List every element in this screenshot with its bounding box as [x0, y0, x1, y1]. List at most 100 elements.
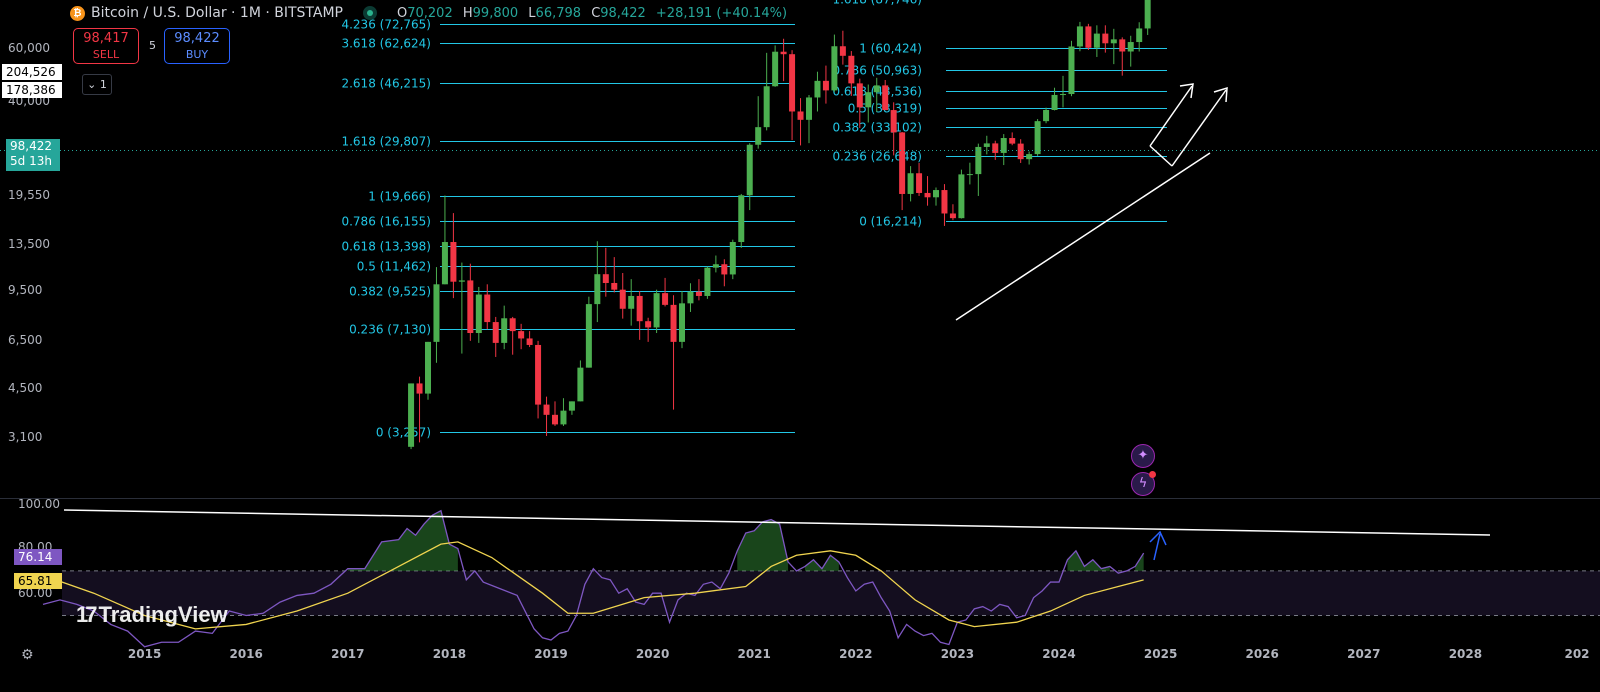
candle-up [408, 383, 415, 447]
buy-button[interactable]: 98,422 BUY [164, 28, 230, 64]
time-axis-label: 2018 [432, 647, 467, 661]
high-value: 99,800 [472, 5, 519, 21]
candle-up [568, 401, 575, 411]
buy-label: BUY [185, 48, 209, 61]
candle-down [416, 383, 423, 394]
time-axis-label: 202 [1564, 647, 1590, 661]
candle-up [1127, 42, 1134, 52]
candle-up [873, 85, 880, 93]
time-axis-label: 2019 [534, 647, 568, 661]
candle-down [839, 46, 846, 56]
low-label: L [528, 5, 536, 21]
fib-level-label: 0.786 (16,155) [341, 215, 431, 229]
candle-up [1093, 33, 1100, 48]
candle-down [611, 282, 618, 290]
candle-down [602, 274, 609, 283]
tradingview-logo: 17 TradingView [76, 602, 228, 628]
candle-down [941, 190, 948, 214]
candle-up [831, 46, 838, 91]
candle-up [806, 97, 812, 120]
candle-down [899, 132, 906, 194]
candle-up [763, 86, 770, 128]
candle-down [695, 291, 702, 296]
collapse-indicators-button[interactable]: ⌄ 1 [82, 74, 112, 95]
candle-up [738, 195, 745, 243]
market-status-icon[interactable] [363, 6, 377, 20]
candle-down [780, 51, 787, 55]
close-label: C [591, 5, 601, 21]
price-axis-label: 3,100 [8, 430, 43, 445]
candle-up [594, 274, 601, 305]
candle-down [535, 344, 542, 405]
settings-gear-icon[interactable]: ⚙ [21, 647, 34, 663]
time-axis-label: 2026 [1245, 647, 1279, 661]
pane-separator[interactable] [0, 498, 1600, 499]
candle-up [1110, 39, 1117, 44]
bar-countdown: 5d 13h [10, 154, 52, 168]
alerts-button[interactable]: ϟ [1131, 471, 1156, 496]
candle-down [552, 414, 558, 425]
sparkle-icon: ✦ [1137, 448, 1149, 463]
candle-down [670, 304, 677, 342]
candle-up [907, 173, 914, 194]
candle-down [797, 111, 804, 120]
symbol-header: ₿ Bitcoin / U.S. Dollar · 1M · BITSTAMP … [70, 4, 793, 22]
candle-down [509, 318, 516, 332]
fib-level-label: 1.618 (87,746) [832, 0, 922, 7]
price-axis-label: 60,000 [8, 41, 50, 56]
candle-down [822, 80, 829, 91]
fib-level-label: 1 (60,424) [859, 42, 922, 56]
candle-up [577, 367, 584, 402]
candle-down [1102, 33, 1109, 44]
fib-level-label: 0.5 (11,462) [357, 260, 431, 274]
chart-canvas[interactable]: 4.236 (72,765)3.618 (62,624)2.618 (46,21… [0, 0, 1600, 692]
candle-down [526, 338, 533, 345]
candle-down [924, 192, 931, 198]
tradingview-mark-icon: 17 [76, 602, 98, 627]
candle-up [983, 143, 990, 147]
fib-level-label: 0.236 (7,130) [349, 323, 431, 337]
candle-up [933, 190, 939, 198]
open-value: 70,202 [407, 5, 453, 21]
chevron-down-icon: ⌄ [87, 78, 97, 91]
high-label: H [462, 5, 473, 21]
candle-up [1076, 26, 1083, 47]
candle-up [704, 267, 711, 296]
symbol-title[interactable]: Bitcoin / U.S. Dollar · 1M · BITSTAMP [91, 5, 343, 21]
candle-up [755, 127, 762, 145]
price-axis-label: 19,550 [8, 188, 50, 203]
candle-up [1000, 138, 1007, 153]
candle-up [425, 341, 431, 394]
candle-up [1136, 28, 1143, 43]
fib-level-label: 3.618 (62,624) [341, 37, 431, 51]
change-value: +28,191 (+40.14%) [655, 5, 788, 21]
assistant-button[interactable]: ✦ [1131, 444, 1155, 468]
candle-up [975, 146, 982, 175]
sell-price: 98,417 [83, 31, 129, 46]
rsi-band [62, 570, 1600, 616]
indicator-count: 1 [99, 78, 107, 91]
price-axis-label: 4,500 [8, 381, 43, 396]
bitcoin-icon[interactable]: ₿ [70, 5, 85, 21]
candle-down [1119, 39, 1126, 52]
time-axis-label: 2015 [127, 647, 162, 661]
candle-up [1051, 94, 1058, 111]
last-price-tag: 98,422 5d 13h [6, 139, 60, 171]
candle-down [1017, 143, 1024, 160]
time-axis-label: 2028 [1448, 647, 1483, 661]
candle-down [882, 85, 889, 111]
candle-up [1026, 154, 1033, 160]
time-axis-label: 2024 [1042, 647, 1076, 661]
candle-down [916, 173, 923, 193]
time-axis-label: 2020 [635, 647, 670, 661]
sell-button[interactable]: 98,417 SELL [73, 28, 139, 64]
candle-up [746, 144, 753, 196]
candle-up [475, 294, 482, 334]
buy-price: 98,422 [174, 31, 220, 46]
price-axis-label: 9,500 [8, 283, 43, 298]
candle-down [1085, 26, 1092, 48]
time-axis-label: 2021 [737, 647, 771, 661]
candle-down [1009, 138, 1016, 144]
candle-down [890, 110, 897, 133]
candle-up [729, 242, 736, 275]
